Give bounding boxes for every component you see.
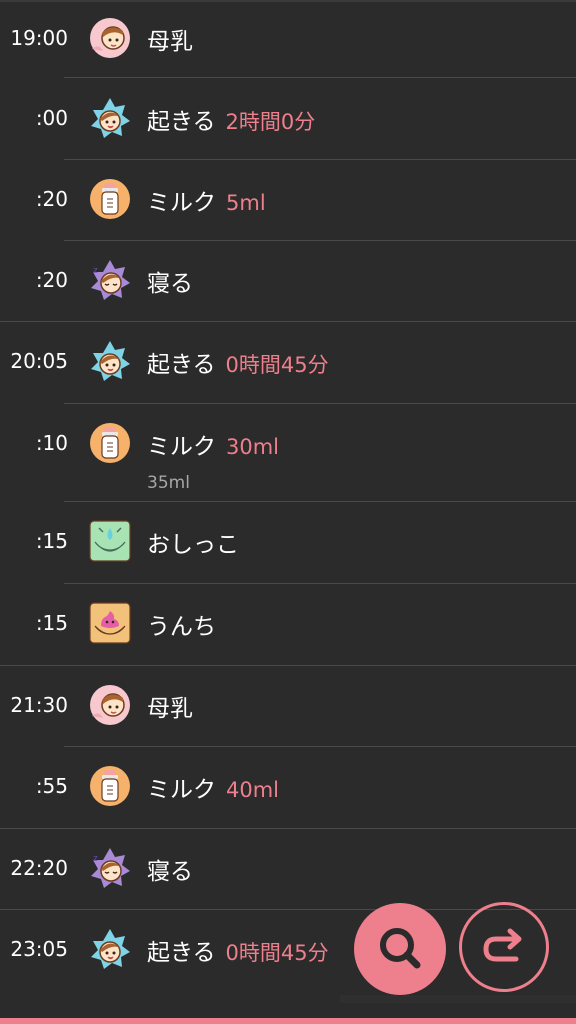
entry-time: :15 (35, 611, 68, 635)
entry-time: :15 (35, 529, 68, 553)
entry-detail: 30ml (226, 435, 280, 459)
search-icon (380, 928, 421, 969)
entry-label: 寝る (147, 859, 193, 885)
log-row[interactable]: :20 z 寝る (0, 242, 576, 322)
entry-label-wrap: 母乳 (147, 22, 193, 56)
log-row[interactable]: 19:00 母乳 (0, 0, 576, 80)
wake-up-icon (89, 340, 131, 382)
log-row[interactable]: 22:20 z 寝る (0, 830, 576, 910)
pee-icon (89, 520, 131, 562)
entry-label: 母乳 (147, 696, 193, 722)
row-divider (64, 746, 576, 747)
entry-label-wrap: 寝る (147, 852, 193, 886)
entry-label-wrap: ミルク 5ml (147, 183, 266, 217)
entry-time: :10 (35, 431, 68, 455)
entry-time: 23:05 (10, 937, 68, 961)
log-row[interactable]: :10 ミルク 30ml 35ml (0, 405, 576, 502)
entry-label: ミルク (147, 190, 216, 216)
entry-label-wrap: うんち (147, 607, 216, 641)
entry-label: 母乳 (147, 29, 193, 55)
milk-bottle-icon (89, 422, 131, 464)
entry-time: :55 (35, 774, 68, 798)
entry-detail: 0時間45分 (225, 353, 329, 377)
entry-time: :20 (35, 187, 68, 211)
entry-detail: 5ml (226, 191, 266, 215)
redo-icon (483, 928, 522, 962)
entry-label: 起きる (147, 352, 216, 378)
group-divider (0, 665, 576, 666)
entry-label-wrap: 起きる 0時間45分 (147, 345, 329, 379)
sleep-icon: z (89, 847, 131, 889)
entry-label: 起きる (147, 940, 216, 966)
row-divider (64, 403, 576, 404)
row-divider (64, 583, 576, 584)
wake-up-icon (89, 928, 131, 970)
entry-label-wrap: ミルク 40ml (147, 770, 279, 804)
entry-detail: 40ml (226, 778, 280, 802)
log-row[interactable]: :20 ミルク 5ml (0, 161, 576, 241)
entry-label-wrap: 母乳 (147, 689, 193, 723)
entry-label: おしっこ (147, 532, 239, 558)
entry-time: :20 (35, 268, 68, 292)
milk-bottle-icon (89, 765, 131, 807)
group-divider (0, 321, 576, 322)
log-row[interactable]: 21:30 母乳 (0, 667, 576, 747)
entry-note: 35ml (147, 473, 190, 493)
entry-label-wrap: 寝る (147, 264, 193, 298)
entry-label-wrap: おしっこ (147, 525, 239, 559)
sleep-icon: z (89, 259, 131, 301)
entry-label: ミルク (147, 434, 216, 460)
scroll-indicator (340, 995, 576, 1003)
redo-button[interactable] (459, 902, 549, 992)
log-row[interactable]: :15 うんち (0, 585, 576, 665)
bottom-accent-bar (0, 1018, 576, 1024)
log-row[interactable]: :00 起きる 2時間0分 (0, 80, 576, 160)
log-row[interactable]: :15 おしっこ (0, 503, 576, 583)
row-divider (64, 240, 576, 241)
group-divider (0, 828, 576, 829)
entry-time: 22:20 (10, 856, 68, 880)
entry-label: 起きる (147, 109, 216, 135)
entry-label: 寝る (147, 271, 193, 297)
entry-label-wrap: 起きる 0時間45分 (147, 933, 329, 967)
poop-icon (89, 602, 131, 644)
search-button[interactable] (354, 903, 446, 995)
breastfeeding-icon (89, 684, 131, 726)
entry-detail: 0時間45分 (225, 941, 329, 965)
breastfeeding-icon (89, 17, 131, 59)
entry-time: 19:00 (10, 26, 68, 50)
wake-up-icon (89, 97, 131, 139)
entry-detail: 2時間0分 (225, 110, 316, 134)
entry-label: うんち (147, 614, 216, 640)
entry-time: 21:30 (10, 693, 68, 717)
milk-bottle-icon (89, 178, 131, 220)
entry-time: 20:05 (10, 349, 68, 373)
log-row[interactable]: 20:05 起きる 0時間45分 (0, 323, 576, 403)
entry-time: :00 (35, 106, 68, 130)
row-divider (64, 77, 576, 78)
log-row[interactable]: :55 ミルク 40ml (0, 748, 576, 828)
row-divider (64, 159, 576, 160)
entry-label-wrap: 起きる 2時間0分 (147, 102, 315, 136)
row-divider (64, 501, 576, 502)
entry-label: ミルク (147, 777, 216, 803)
entry-label-wrap: ミルク 30ml (147, 427, 279, 461)
svg-text:z: z (93, 266, 98, 276)
svg-text:z: z (93, 854, 98, 864)
